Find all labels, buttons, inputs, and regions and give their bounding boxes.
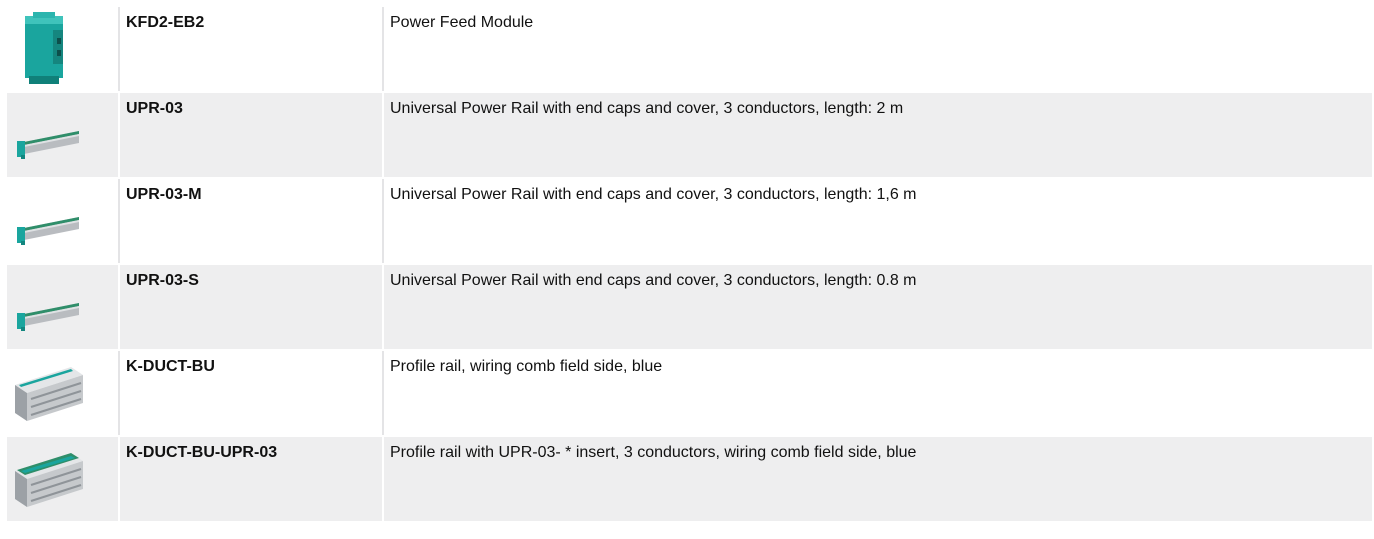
product-name: UPR-03-M xyxy=(118,179,380,263)
table-row: UPR-03-M Universal Power Rail with end c… xyxy=(7,179,1372,265)
profile-rail-icon xyxy=(15,367,83,421)
product-name: K-DUCT-BU xyxy=(118,351,380,435)
product-description: Profile rail with UPR-03- * insert, 3 co… xyxy=(382,437,1372,521)
table-row: K-DUCT-BU-UPR-03 Profile rail with UPR-0… xyxy=(7,437,1372,523)
product-image-cell xyxy=(7,437,116,521)
product-description: Universal Power Rail with end caps and c… xyxy=(382,93,1372,177)
product-image-cell xyxy=(7,7,116,91)
profile-rail-insert-icon xyxy=(15,453,83,507)
product-image-cell xyxy=(7,351,116,435)
table-row: KFD2-EB2 Power Feed Module xyxy=(7,7,1372,93)
product-image-cell xyxy=(7,93,116,177)
table-row: K-DUCT-BU Profile rail, wiring comb fiel… xyxy=(7,351,1372,437)
product-description: Profile rail, wiring comb field side, bl… xyxy=(382,351,1372,435)
power-rail-icon xyxy=(17,131,79,159)
product-description: Power Feed Module xyxy=(382,7,1372,91)
accessories-table: KFD2-EB2 Power Feed Module UPR-03 Univer… xyxy=(7,7,1372,523)
table-row: UPR-03-S Universal Power Rail with end c… xyxy=(7,265,1372,351)
power-rail-icon xyxy=(17,217,79,245)
product-name: KFD2-EB2 xyxy=(118,7,380,91)
power-feed-module-icon xyxy=(25,12,63,84)
product-name: UPR-03 xyxy=(118,93,380,177)
product-description: Universal Power Rail with end caps and c… xyxy=(382,179,1372,263)
product-image-cell xyxy=(7,265,116,349)
power-rail-icon xyxy=(17,303,79,331)
table-row: UPR-03 Universal Power Rail with end cap… xyxy=(7,93,1372,179)
product-description: Universal Power Rail with end caps and c… xyxy=(382,265,1372,349)
product-name: UPR-03-S xyxy=(118,265,380,349)
product-name: K-DUCT-BU-UPR-03 xyxy=(118,437,380,521)
product-image-cell xyxy=(7,179,116,263)
